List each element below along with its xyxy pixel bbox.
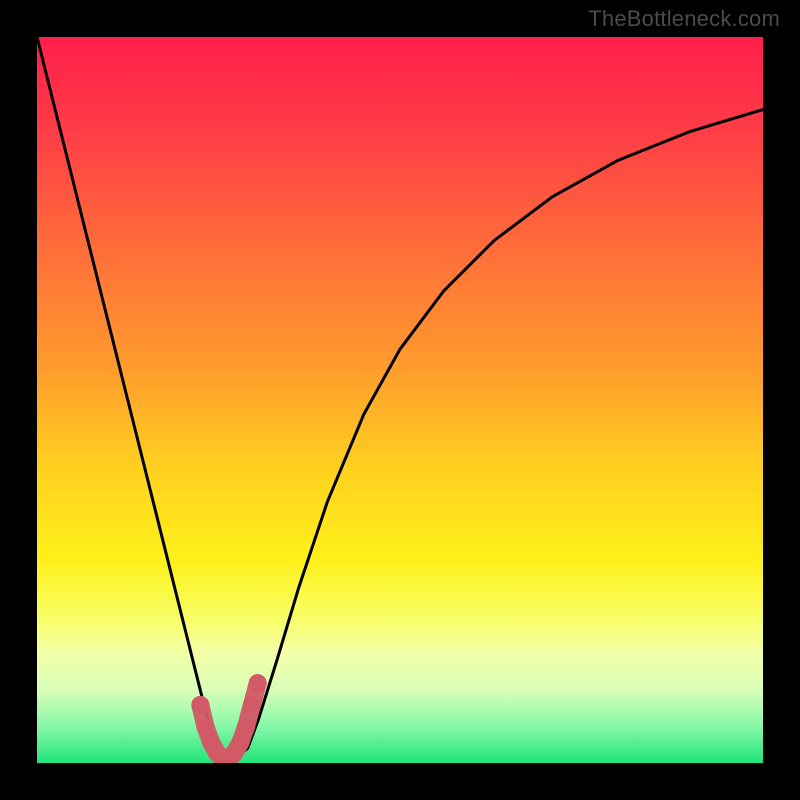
trough-marker-dot — [243, 696, 261, 714]
bottleneck-curve — [37, 37, 763, 759]
trough-marker-dot — [191, 696, 209, 714]
chart-frame: TheBottleneck.com — [0, 0, 800, 800]
plot-area — [37, 37, 763, 763]
trough-marker-dot — [237, 718, 255, 736]
trough-marker-dot — [231, 734, 249, 752]
curve-layer — [37, 37, 763, 763]
watermark-text: TheBottleneck.com — [588, 6, 780, 32]
trough-marker-dot — [249, 674, 267, 692]
trough-marker-dot — [196, 718, 214, 736]
